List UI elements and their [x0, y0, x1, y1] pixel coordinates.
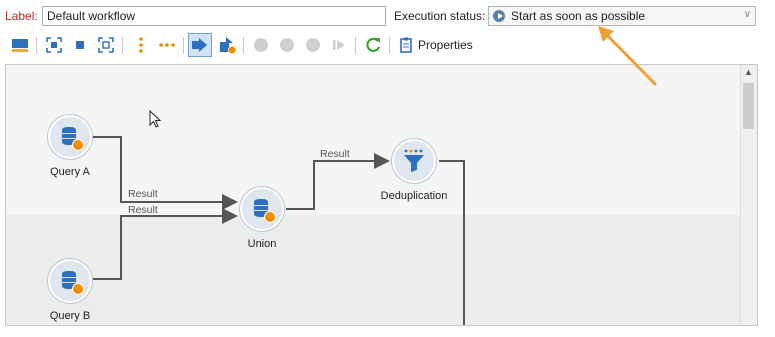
fit-icon[interactable]	[44, 35, 64, 55]
stop-icon[interactable]	[303, 35, 323, 55]
query-a-label: Query A	[50, 166, 90, 178]
mouse-cursor-icon	[149, 110, 162, 128]
workflow-canvas[interactable]: Query A Query B Union Deduplication Resu…	[5, 64, 758, 326]
toolbar-separator	[36, 37, 37, 54]
union-label: Union	[247, 238, 277, 250]
toolbar-separator	[389, 37, 390, 54]
pointer-icon[interactable]	[217, 35, 237, 55]
funnel-icon	[404, 149, 424, 172]
deduplication-node[interactable]	[392, 139, 436, 183]
horizontal-dots-icon[interactable]	[157, 35, 177, 55]
label-input[interactable]: Default workflow	[42, 6, 386, 26]
scroll-up-icon[interactable]: ▲	[744, 67, 753, 77]
edge-label-union: Result	[320, 148, 350, 160]
execution-status-value: Start as soon as possible	[511, 9, 646, 23]
properties-icon[interactable]	[396, 35, 416, 55]
toolbar-separator	[355, 37, 356, 54]
start-arrow-icon[interactable]	[188, 33, 212, 57]
query-b-label: Query B	[49, 310, 91, 322]
status-dot-icon	[72, 139, 84, 151]
status-dot-icon	[72, 283, 84, 295]
deduplication-label: Deduplication	[380, 190, 448, 202]
annotation-arrow-icon	[598, 26, 657, 86]
toolbar-separator	[122, 37, 123, 54]
properties-button[interactable]: Properties	[418, 38, 473, 52]
execution-status-caption: Execution status:	[394, 9, 486, 23]
vertical-scrollbar[interactable]: ▲	[740, 65, 757, 325]
status-dot-icon	[264, 211, 276, 223]
refresh-icon[interactable]	[363, 35, 383, 55]
chevron-down-icon[interactable]: ∨	[744, 9, 751, 20]
query-b-node[interactable]	[48, 259, 92, 303]
label-caption: Label:	[5, 9, 38, 23]
toolbar-separator	[243, 37, 244, 54]
union-node[interactable]	[240, 187, 284, 231]
stop-square-icon[interactable]	[70, 35, 90, 55]
zoom-fit-icon[interactable]	[96, 35, 116, 55]
play-icon[interactable]	[251, 35, 271, 55]
pause-icon[interactable]	[277, 35, 297, 55]
vertical-dots-icon[interactable]	[131, 35, 151, 55]
layout-icon[interactable]	[10, 35, 30, 55]
step-icon[interactable]	[329, 35, 349, 55]
edge-label-query-b: Result	[128, 204, 158, 216]
query-a-node[interactable]	[48, 115, 92, 159]
toolbar-separator	[183, 37, 184, 54]
scrollbar-thumb[interactable]	[743, 83, 754, 129]
edge-label-query-a: Result	[128, 188, 158, 200]
play-circle-icon	[493, 10, 505, 22]
